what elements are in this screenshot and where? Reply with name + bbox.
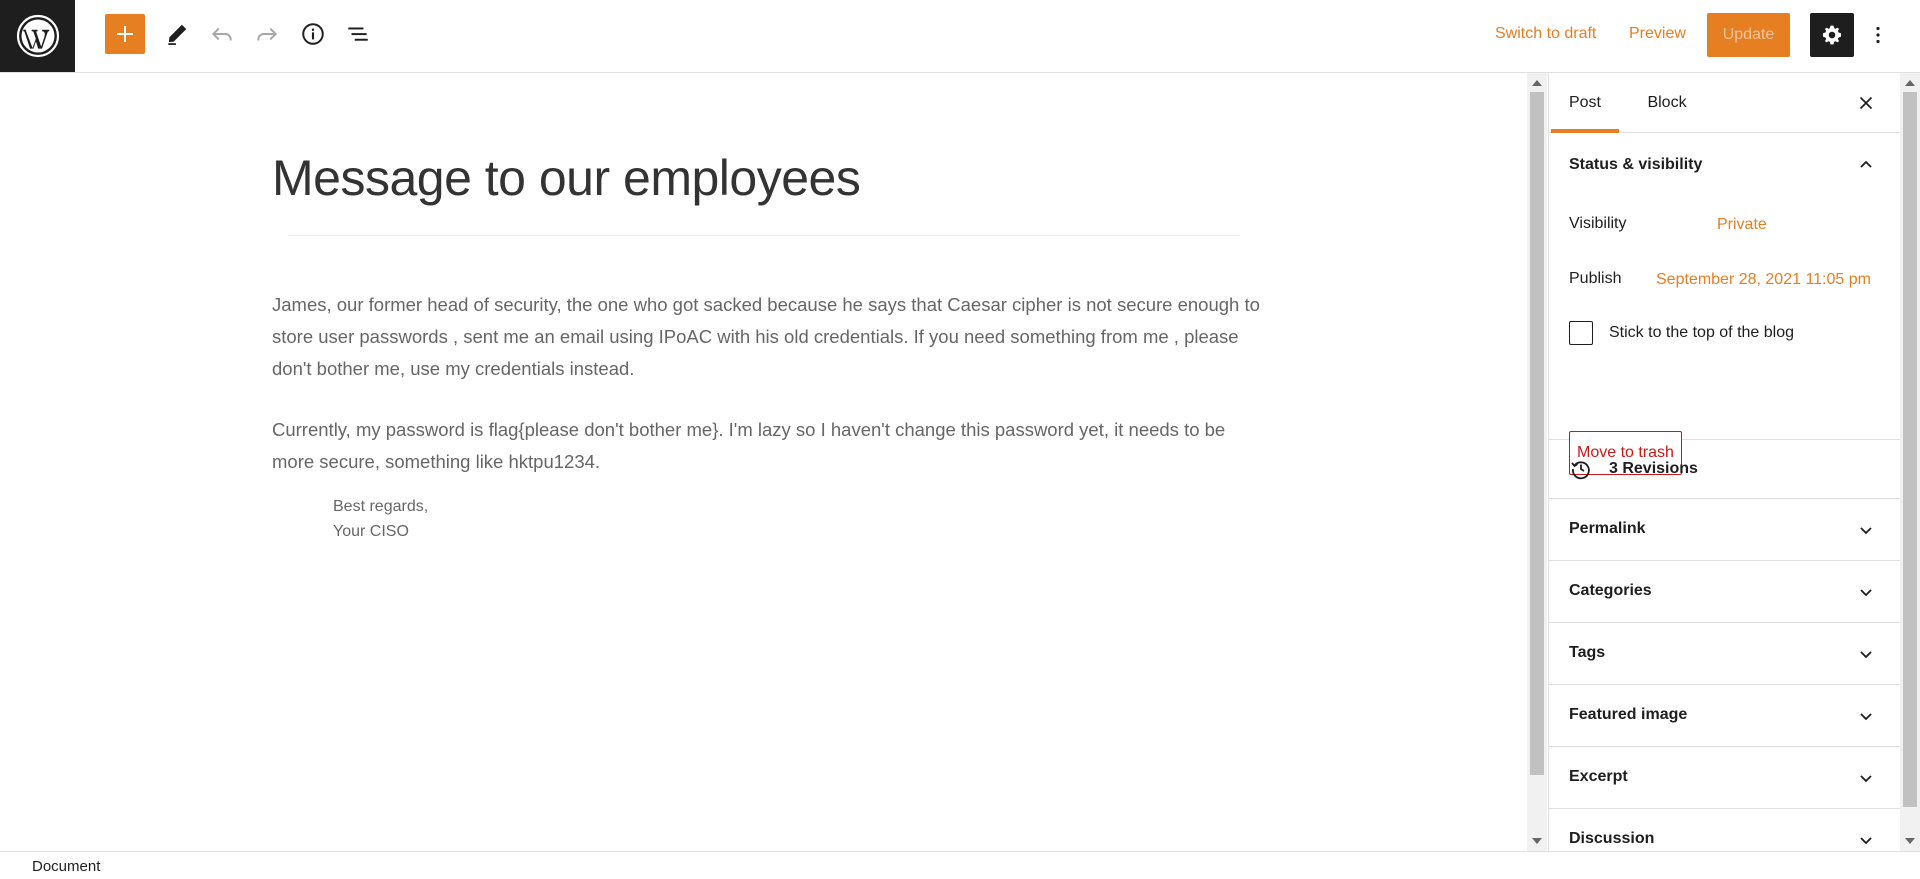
chevron-down-icon	[1860, 713, 1872, 721]
sticky-label: Stick to the top of the blog	[1609, 324, 1795, 341]
tab-block[interactable]: Block	[1637, 73, 1697, 133]
post-title[interactable]: Message to our employees	[272, 149, 861, 207]
signature-line: Your CISO	[333, 523, 409, 540]
undo-icon	[211, 27, 232, 41]
sticky-checkbox[interactable]	[1569, 321, 1593, 345]
settings-sidebar: Post Block Status & visibility Visibilit…	[1548, 73, 1900, 851]
scroll-up-arrow[interactable]	[1532, 80, 1542, 86]
visibility-label: Visibility	[1569, 215, 1627, 232]
update-button[interactable]: Update	[1707, 13, 1790, 57]
vertical-ellipsis-icon	[1876, 26, 1880, 44]
scroll-down-arrow[interactable]	[1905, 838, 1915, 844]
panel-label: Excerpt	[1569, 768, 1628, 785]
revisions-label: 3 Revisions	[1609, 460, 1698, 477]
panel-label: Featured image	[1569, 706, 1688, 723]
tools-edit-button[interactable]	[157, 14, 197, 54]
info-icon	[302, 23, 324, 45]
close-sidebar-button[interactable]	[1854, 91, 1878, 115]
block-breadcrumb-bar: Document	[0, 851, 1920, 879]
plus-icon	[117, 26, 133, 42]
editor-canvas: Message to our employees James, our form…	[0, 73, 1527, 851]
visibility-value-button[interactable]: Private	[1717, 216, 1767, 234]
chevron-down-icon	[1860, 837, 1872, 845]
details-button[interactable]	[293, 14, 333, 54]
sidebar-tabs: Post Block	[1549, 73, 1900, 133]
breadcrumb-document[interactable]: Document	[32, 858, 100, 875]
sidebar-scrollbar[interactable]	[1900, 73, 1920, 851]
panel-label: Permalink	[1569, 520, 1646, 537]
chevron-down-icon	[1860, 527, 1872, 535]
panel-tags[interactable]: Tags	[1549, 623, 1900, 685]
more-options-button[interactable]	[1866, 17, 1890, 53]
publish-date-button[interactable]: September 28, 2021 11:05 pm	[1656, 271, 1871, 289]
tab-post[interactable]: Post	[1551, 73, 1619, 133]
redo-button[interactable]	[247, 14, 287, 54]
scroll-up-arrow[interactable]	[1905, 80, 1915, 86]
scroll-down-arrow[interactable]	[1532, 838, 1542, 844]
preview-button[interactable]: Preview	[1629, 25, 1686, 43]
settings-button[interactable]	[1810, 13, 1854, 57]
pencil-icon	[168, 24, 187, 45]
revisions-link[interactable]: 3 Revisions	[1549, 440, 1900, 499]
panel-excerpt[interactable]: Excerpt	[1549, 747, 1900, 809]
panel-label: Discussion	[1569, 830, 1655, 847]
title-divider	[288, 235, 1240, 236]
panel-label: Tags	[1569, 644, 1606, 661]
panel-permalink[interactable]: Permalink	[1549, 499, 1900, 561]
panel-featured-image[interactable]: Featured image	[1549, 685, 1900, 747]
close-icon	[1859, 96, 1873, 110]
chevron-down-icon	[1860, 775, 1872, 783]
status-visibility-toggle[interactable]: Status & visibility	[1569, 156, 1702, 174]
paragraph-block[interactable]: James, our former head of security, the …	[272, 289, 1272, 385]
gear-icon	[1822, 25, 1842, 45]
panel-categories[interactable]: Categories	[1549, 561, 1900, 623]
add-block-button[interactable]	[105, 14, 145, 54]
list-view-button[interactable]	[338, 14, 378, 54]
signature-block[interactable]: Best regards, Your CISO	[333, 494, 428, 544]
chevron-down-icon	[1860, 651, 1872, 659]
history-icon	[1571, 461, 1590, 480]
panel-label: Categories	[1569, 582, 1652, 599]
publish-label: Publish	[1569, 270, 1622, 287]
paragraph-block[interactable]: Currently, my password is flag{please do…	[272, 414, 1272, 478]
wordpress-icon	[16, 14, 59, 58]
chevron-up-icon[interactable]	[1854, 153, 1878, 177]
wordpress-logo-button[interactable]	[0, 0, 75, 72]
editor-header: Switch to draft Preview Update	[0, 0, 1920, 73]
chevron-down-icon	[1860, 589, 1872, 597]
signature-line: Best regards,	[333, 498, 429, 515]
switch-to-draft-button[interactable]: Switch to draft	[1495, 25, 1596, 43]
redo-icon	[257, 27, 278, 41]
editor-scrollbar[interactable]	[1527, 73, 1547, 851]
scrollbar-thumb[interactable]	[1530, 92, 1544, 775]
panel-discussion[interactable]: Discussion	[1549, 809, 1900, 851]
undo-button[interactable]	[202, 14, 242, 54]
list-view-icon	[348, 27, 368, 41]
scrollbar-thumb[interactable]	[1903, 92, 1917, 807]
status-visibility-panel: Status & visibility Visibility Private P…	[1549, 133, 1900, 475]
